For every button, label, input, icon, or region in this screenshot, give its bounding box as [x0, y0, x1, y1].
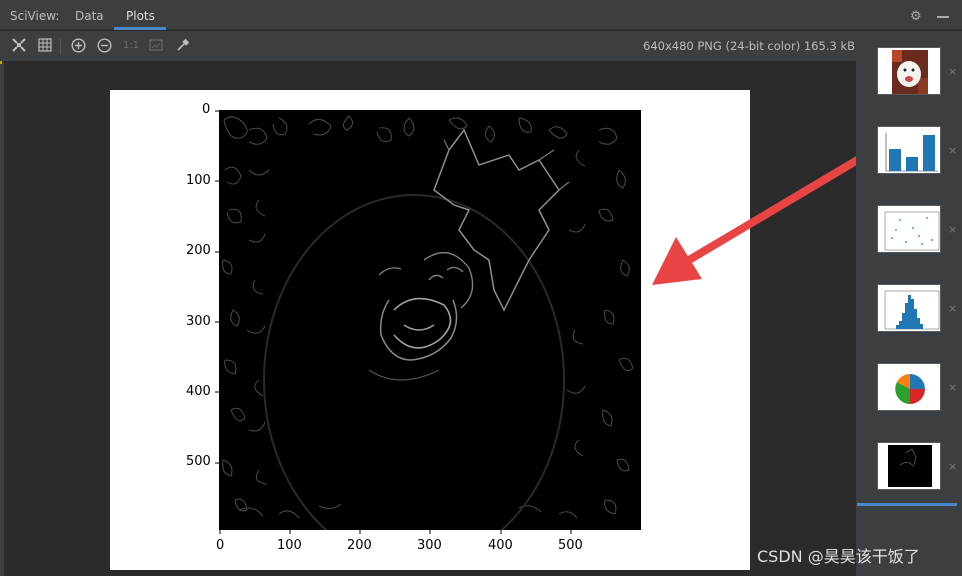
image-info: 640x480 PNG (24-bit color) 165.3 kB: [643, 39, 855, 53]
close-thumb-icon[interactable]: ×: [948, 145, 958, 156]
zoom-in-icon[interactable]: [70, 38, 86, 54]
actual-size-icon[interactable]: 1:1: [122, 38, 140, 54]
selected-thumb-indicator: [857, 503, 957, 506]
grid-icon[interactable]: [37, 38, 53, 54]
close-thumb-icon[interactable]: ×: [948, 461, 958, 472]
close-thumb-icon[interactable]: ×: [948, 224, 958, 235]
fit-window-icon[interactable]: [148, 38, 164, 54]
histogram-thumb[interactable]: [877, 284, 941, 332]
close-thumb-icon[interactable]: ×: [948, 382, 958, 393]
color-picker-icon[interactable]: [175, 38, 191, 54]
thumbnail-panel: × × × × × ×: [856, 31, 962, 576]
plot-viewer: 0 100 200 300 400 500 0 100 200 300 400 …: [4, 61, 880, 576]
red-arrow-annotation: [652, 145, 880, 285]
edge-marker: [0, 61, 2, 64]
close-thumb-icon[interactable]: ×: [948, 303, 958, 314]
bar-chart-thumb[interactable]: [877, 126, 941, 174]
close-thumb-icon[interactable]: ×: [948, 66, 958, 77]
tab-plots[interactable]: Plots: [126, 9, 155, 23]
zoom-out-icon[interactable]: [96, 38, 112, 54]
dog-photo-thumb[interactable]: [877, 47, 941, 95]
tool-window-header: SciView: Data Plots ⚙: [0, 0, 962, 30]
plot-toolbar: 1:1 640x480 PNG (24-bit color) 165.3 kB: [0, 31, 962, 61]
minimize-icon[interactable]: [937, 16, 949, 18]
watermark: CSDN @昊昊该干饭了: [757, 547, 920, 566]
toolbar-separator: [60, 38, 61, 54]
edge-image-thumb[interactable]: [877, 442, 941, 490]
active-tab-indicator: [114, 27, 166, 30]
sciview-title: SciView:: [10, 9, 60, 23]
tab-data[interactable]: Data: [75, 9, 104, 23]
fit-icon[interactable]: [11, 38, 27, 54]
gear-icon[interactable]: ⚙: [910, 9, 922, 24]
pie-thumb[interactable]: [877, 363, 941, 411]
scatter-thumb[interactable]: [877, 205, 941, 253]
